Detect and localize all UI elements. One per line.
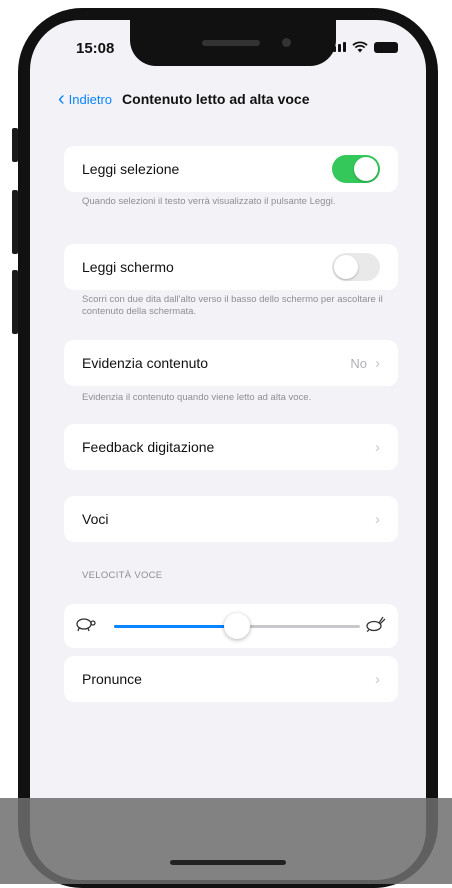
footnote-leggi-selezione: Quando selezioni il testo verrà visualiz… bbox=[82, 196, 336, 207]
speed-slider-fill bbox=[114, 625, 237, 628]
volume-down-button bbox=[12, 270, 18, 334]
cell-detail: No › bbox=[350, 355, 380, 372]
status-time: 15:08 bbox=[76, 40, 115, 57]
nav-bar: ‹ Indietro Contenuto letto ad alta voce bbox=[58, 89, 310, 109]
home-indicator[interactable] bbox=[170, 860, 286, 865]
footnote-leggi-schermo: Scorri con due dita dall'alto verso il b… bbox=[82, 294, 383, 317]
cell-leggi-selezione: Leggi selezione bbox=[64, 146, 398, 192]
cell-label: Leggi selezione bbox=[82, 161, 180, 177]
speed-slider-cell bbox=[64, 604, 398, 648]
phone-screen: 15:08 ‹ Indietro Contenuto letto ad alta… bbox=[30, 20, 426, 880]
caption-overlay bbox=[0, 798, 452, 884]
toggle-leggi-selezione[interactable] bbox=[332, 155, 380, 183]
cell-label: Feedback digitazione bbox=[82, 439, 215, 455]
mute-switch bbox=[12, 128, 18, 162]
wifi-icon bbox=[352, 41, 368, 53]
cell-label: Pronunce bbox=[82, 671, 142, 687]
toggle-knob bbox=[334, 255, 358, 279]
notch bbox=[130, 20, 336, 66]
speed-slider[interactable] bbox=[114, 613, 360, 639]
chevron-right-icon: › bbox=[375, 670, 380, 688]
cell-evidenzia-contenuto[interactable]: Evidenzia contenuto No › bbox=[64, 340, 398, 386]
cell-value: No bbox=[350, 355, 367, 371]
footnote-evidenzia: Evidenzia il contenuto quando viene lett… bbox=[82, 392, 312, 403]
cell-label: Voci bbox=[82, 511, 109, 527]
toggle-knob bbox=[354, 157, 378, 181]
signal-icon bbox=[328, 42, 346, 52]
battery-icon bbox=[374, 41, 398, 53]
cell-leggi-schermo: Leggi schermo bbox=[64, 244, 398, 290]
camera bbox=[282, 38, 291, 47]
volume-up-button bbox=[12, 190, 18, 254]
turtle-icon bbox=[76, 618, 96, 632]
toggle-leggi-schermo[interactable] bbox=[332, 253, 380, 281]
status-icons bbox=[328, 41, 398, 53]
chevron-right-icon: › bbox=[375, 354, 380, 372]
chevron-right-icon: › bbox=[375, 510, 380, 528]
back-button[interactable]: Indietro bbox=[69, 92, 112, 107]
page-title: Contenuto letto ad alta voce bbox=[122, 91, 310, 107]
cell-feedback-digitazione[interactable]: Feedback digitazione › bbox=[64, 424, 398, 470]
cell-pronunce[interactable]: Pronunce › bbox=[64, 656, 398, 702]
chevron-left-icon[interactable]: ‹ bbox=[58, 89, 65, 109]
hare-icon bbox=[366, 616, 386, 632]
chevron-right-icon: › bbox=[375, 438, 380, 456]
cell-label: Evidenzia contenuto bbox=[82, 355, 209, 371]
cell-voci[interactable]: Voci › bbox=[64, 496, 398, 542]
section-header-velocita: VELOCITÀ VOCE bbox=[82, 570, 163, 581]
speed-slider-thumb[interactable] bbox=[224, 613, 250, 639]
speaker bbox=[202, 40, 260, 46]
cell-label: Leggi schermo bbox=[82, 259, 174, 275]
